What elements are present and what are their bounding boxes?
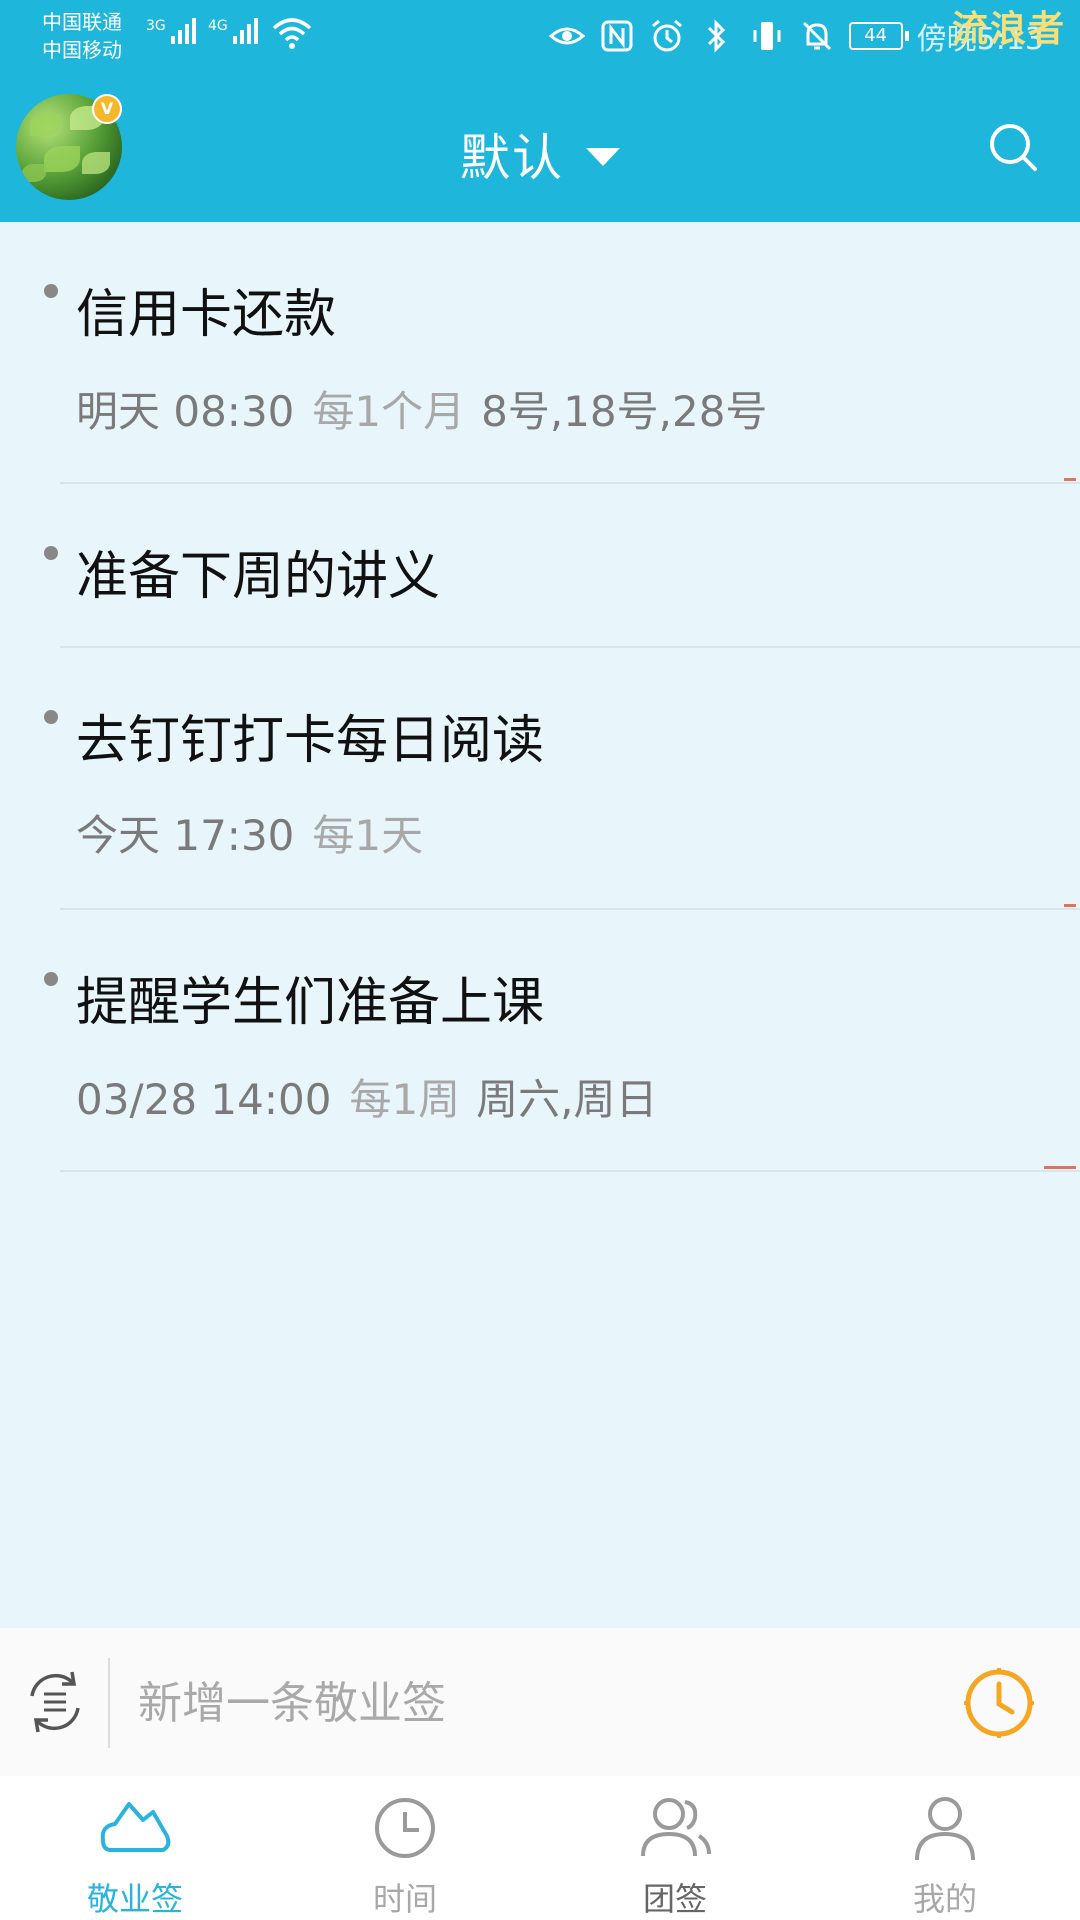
- carrier-1: 中国联通: [42, 10, 122, 34]
- signal-4g-icon: 4G: [208, 18, 258, 44]
- list-item[interactable]: 去钉钉打卡每日阅读 今天 17:30 每1天: [0, 648, 1080, 910]
- category-title: 默认: [460, 129, 564, 187]
- carrier-2: 中国移动: [42, 38, 122, 62]
- item-when: 明天 08:30: [76, 387, 295, 436]
- separator: [108, 1658, 110, 1748]
- nav-item-time[interactable]: 时间: [270, 1776, 540, 1920]
- item-when: 今天 17:30: [76, 811, 295, 860]
- search-icon[interactable]: [986, 120, 1040, 174]
- bottom-nav: 敬业签 时间 团签 我的: [0, 1776, 1080, 1920]
- item-schedule: 明天 08:30 每1个月 8号,18号,28号: [76, 378, 767, 439]
- signal-3g-icon: 3G: [146, 18, 196, 44]
- carrier-info: 中国联通 中国移动: [42, 8, 122, 64]
- list-item[interactable]: 提醒学生们准备上课 03/28 14:00 每1周 周六,周日: [0, 910, 1080, 1172]
- new-note-input[interactable]: [136, 1666, 940, 1740]
- item-title: 准备下周的讲义: [76, 547, 441, 607]
- quick-add-bar: [0, 1628, 1080, 1776]
- item-title: 去钉钉打卡每日阅读: [76, 711, 545, 771]
- item-repeat: 每1天: [312, 811, 424, 860]
- nav-item-team[interactable]: 团签: [540, 1776, 810, 1920]
- nfc-icon: [601, 20, 633, 52]
- category-selector[interactable]: 默认: [0, 118, 1080, 190]
- team-icon: [641, 1798, 711, 1857]
- divider: [60, 1170, 1080, 1172]
- chevron-down-icon: [586, 148, 620, 166]
- nav-item-profile[interactable]: 我的: [810, 1776, 1080, 1920]
- item-repeat: 每1周: [349, 1075, 461, 1124]
- profile-icon: [915, 1797, 975, 1861]
- item-when: 03/28 14:00: [76, 1075, 332, 1124]
- eye-icon: [548, 27, 585, 45]
- note-icon: [100, 1802, 171, 1852]
- list-item[interactable]: 准备下周的讲义: [0, 484, 1080, 648]
- bullet-icon: [44, 710, 58, 724]
- sync-icon[interactable]: [22, 1666, 88, 1738]
- mute-icon: [802, 21, 831, 51]
- vibrate-icon: [753, 22, 781, 50]
- item-schedule: 03/28 14:00 每1周 周六,周日: [76, 1066, 658, 1127]
- battery-icon: 44: [848, 22, 909, 50]
- color-marker: [1044, 1166, 1076, 1169]
- watermark: 流浪者: [951, 9, 1066, 50]
- header: 中国联通 中国移动 3G 4G 44 傍晚5:13 流浪者 V 默认: [0, 0, 1080, 222]
- color-marker: [1064, 478, 1076, 481]
- alarm-icon: [651, 19, 682, 52]
- item-schedule: 今天 17:30 每1天: [76, 802, 423, 863]
- reminder-clock-icon[interactable]: [962, 1666, 1036, 1740]
- bullet-icon: [44, 972, 58, 986]
- bullet-icon: [44, 546, 58, 560]
- list-item[interactable]: 信用卡还款 明天 08:30 每1个月 8号,18号,28号: [0, 222, 1080, 484]
- color-marker: [1064, 904, 1076, 907]
- item-days: 8号,18号,28号: [481, 387, 768, 436]
- item-title: 信用卡还款: [76, 285, 337, 345]
- nav-item-notes[interactable]: 敬业签: [0, 1776, 270, 1920]
- clock-icon: [375, 1798, 435, 1858]
- bullet-icon: [44, 284, 58, 298]
- item-days: 周六,周日: [476, 1075, 658, 1124]
- bluetooth-icon: [707, 19, 725, 53]
- item-title: 提醒学生们准备上课: [76, 973, 545, 1033]
- item-repeat: 每1个月: [312, 387, 466, 436]
- wifi-icon: [272, 18, 312, 49]
